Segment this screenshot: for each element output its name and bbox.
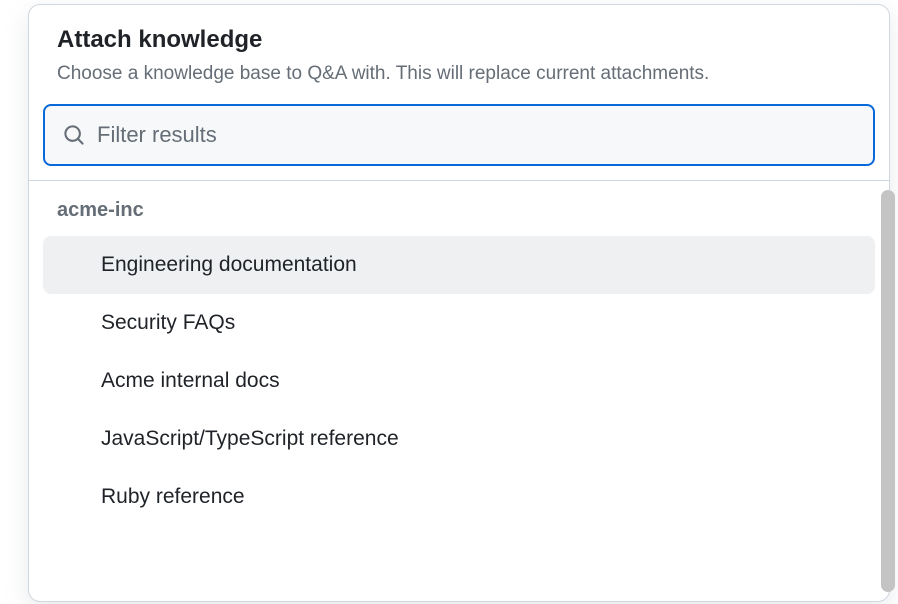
search-box[interactable] <box>43 104 875 166</box>
results-list: acme-inc Engineering documentation Secur… <box>29 181 889 540</box>
dialog-header: Attach knowledge Choose a knowledge base… <box>29 5 889 104</box>
kb-item-label: Ruby reference <box>101 485 245 509</box>
kb-item-ruby-reference[interactable]: Ruby reference <box>43 468 875 526</box>
kb-item-label: Security FAQs <box>101 311 235 335</box>
scrollbar-thumb[interactable] <box>881 190 895 592</box>
dialog-title: Attach knowledge <box>57 25 861 55</box>
kb-item-acme-internal-docs[interactable]: Acme internal docs <box>43 352 875 410</box>
results-scroll[interactable]: acme-inc Engineering documentation Secur… <box>29 181 889 601</box>
kb-item-label: JavaScript/TypeScript reference <box>101 427 399 451</box>
search-icon <box>63 124 85 146</box>
filter-input[interactable] <box>97 122 855 148</box>
attach-knowledge-dialog: Attach knowledge Choose a knowledge base… <box>28 4 890 602</box>
kb-item-label: Acme internal docs <box>101 369 280 393</box>
kb-item-engineering-documentation[interactable]: Engineering documentation <box>43 236 875 294</box>
kb-item-label: Engineering documentation <box>101 253 357 277</box>
group-label: acme-inc <box>43 199 875 236</box>
kb-item-security-faqs[interactable]: Security FAQs <box>43 294 875 352</box>
scrollbar-track[interactable] <box>880 190 898 600</box>
dialog-subtitle: Choose a knowledge base to Q&A with. Thi… <box>57 61 861 88</box>
kb-item-js-ts-reference[interactable]: JavaScript/TypeScript reference <box>43 410 875 468</box>
search-wrapper <box>29 104 889 180</box>
